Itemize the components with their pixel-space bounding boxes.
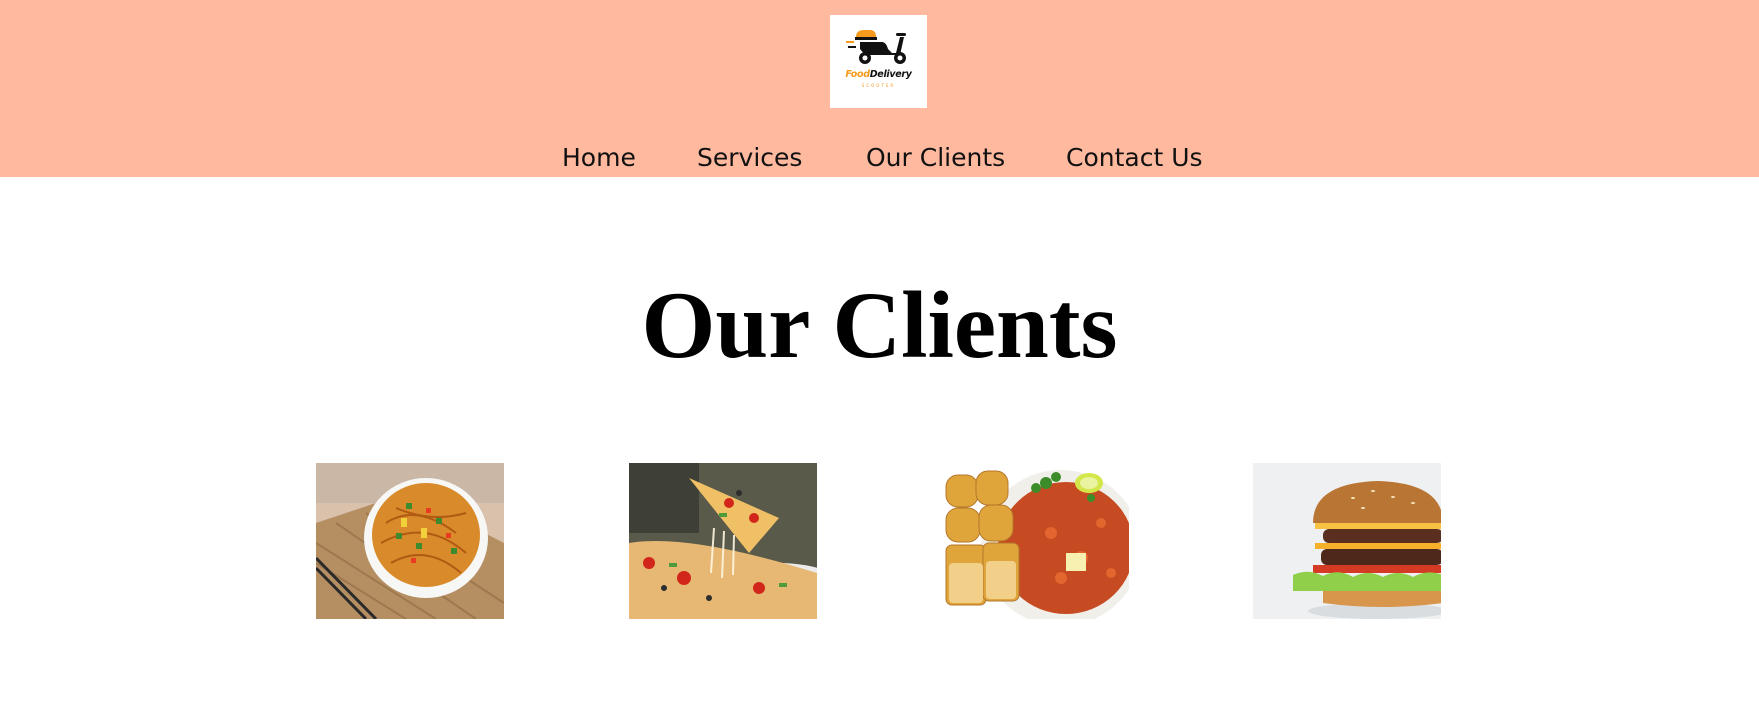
pizza-slice-image xyxy=(629,463,817,619)
scooter-delivery-icon xyxy=(846,30,906,64)
site-header: FoodDelivery SCOOTER Home Services Our C… xyxy=(0,0,1759,177)
client-image-pizza xyxy=(629,463,817,619)
logo[interactable]: FoodDelivery SCOOTER xyxy=(830,15,927,108)
nav-our-clients[interactable]: Our Clients xyxy=(866,140,1005,176)
burger-image xyxy=(1253,463,1441,619)
noodles-bowl-image xyxy=(316,463,504,619)
client-image-noodles xyxy=(316,463,504,619)
pav-bhaji-image xyxy=(941,463,1129,619)
client-image-burger xyxy=(1253,463,1441,619)
nav-contact-us[interactable]: Contact Us xyxy=(1066,140,1203,176)
page-title: Our Clients xyxy=(641,272,1118,378)
client-image-pav-bhaji xyxy=(941,463,1129,619)
nav-services[interactable]: Services xyxy=(697,140,802,176)
nav-home[interactable]: Home xyxy=(562,140,636,176)
logo-text: FoodDelivery xyxy=(845,69,912,80)
logo-tagline: SCOOTER xyxy=(861,83,896,88)
